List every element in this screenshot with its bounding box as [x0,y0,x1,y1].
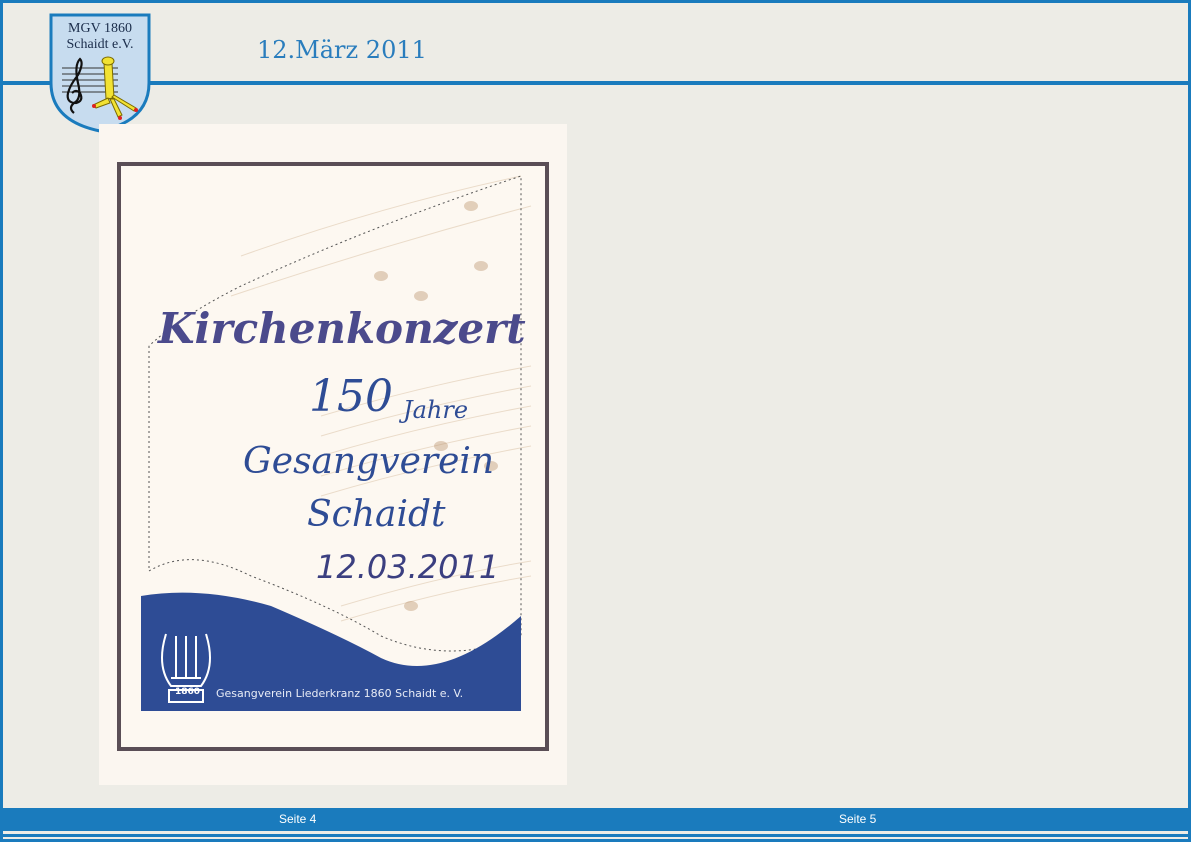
page-number-right: Seite 5 [839,812,877,826]
page-number-left: Seite 4 [279,812,317,826]
logo-line-2: Schaidt e.V. [66,37,134,52]
poster-date: 12.03.2011 [316,548,500,586]
poster-emblem-year: 1860 [175,687,201,697]
footer-bar [0,808,1191,831]
logo-line-1: MGV 1860 [68,21,132,36]
concert-poster: Kirchenkonzert 150 Jahre Gesangverein Sc… [99,124,567,785]
poster-club: Gesangverein [243,441,495,482]
poster-title: Kirchenkonzert [158,304,526,353]
footer-rule [0,834,1191,837]
poster-frame: Kirchenkonzert 150 Jahre Gesangverein Sc… [117,162,549,751]
club-logo: MGV 1860 Schaidt e.V. [48,13,152,133]
header-rule [0,81,1191,85]
page-date: 12.März 2011 [257,36,427,64]
poster-years-word: Jahre [403,396,469,424]
poster-town: Schaidt [307,494,446,535]
poster-footer: Gesangverein Liederkranz 1860 Schaidt e.… [216,687,464,700]
poster-years: 150 [309,371,393,422]
